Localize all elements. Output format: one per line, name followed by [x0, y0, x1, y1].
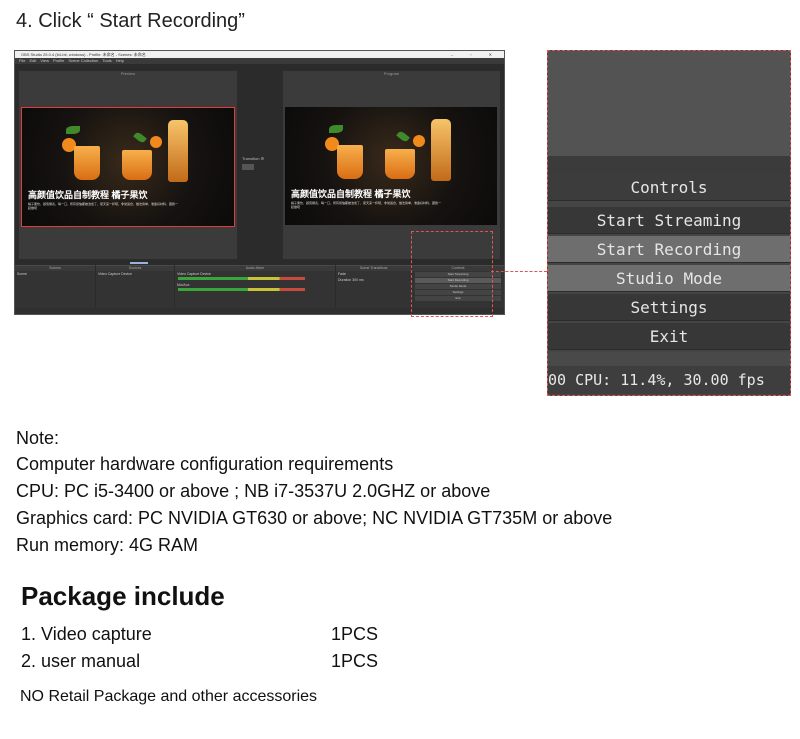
audio-mixer-dock: Audio Mixer Video Capture Device Mic/Aux	[175, 265, 335, 309]
transition-button[interactable]	[242, 164, 254, 170]
menu-scene-collection[interactable]: Scene Collection	[68, 58, 98, 63]
step-title: 4. Click “ Start Recording”	[16, 10, 245, 32]
scenes-dock: Scenes Scene	[15, 265, 95, 309]
menu-file[interactable]: File	[19, 58, 25, 63]
obs-scrollbar[interactable]	[130, 262, 148, 264]
menu-profile[interactable]: Profile	[53, 58, 64, 63]
zoom-panel-separator	[548, 156, 790, 174]
note-line: CPU: PC i5-3400 or above ; NB i7-3537U 2…	[16, 481, 491, 501]
program-video-title: 高颜值饮品自制教程 橘子果饮	[291, 189, 411, 199]
start-recording-button[interactable]: Start Recording	[548, 236, 790, 263]
settings-button[interactable]: Settings	[548, 294, 790, 321]
mixer-meter	[178, 277, 305, 280]
obs-titlebar: OBS Studio 25.0.4 (64-bit, windows) - Pr…	[15, 51, 504, 58]
zoom-panel-top	[548, 51, 790, 156]
program-label: Program	[383, 71, 400, 76]
studio-mode-button[interactable]: Studio Mode	[548, 265, 790, 292]
menu-view[interactable]: View	[40, 58, 49, 63]
controls-highlight-box	[411, 231, 493, 317]
preview-video[interactable]: 高颜值饮品自制教程 橘子果饮 橘子果饮，颜值爆表，喝一口，所有烦恼都被治愈了，夏…	[21, 107, 235, 227]
package-title: Package include	[21, 581, 225, 611]
preview-label: Preview	[120, 71, 136, 76]
duration-value[interactable]: 300 ms	[352, 278, 363, 282]
transition-widget: Transition ⚙	[242, 156, 280, 171]
zoomed-controls-panel: Controls Start Streaming Start Recording…	[547, 50, 791, 396]
zoom-connector-line	[491, 271, 547, 272]
controls-header: Controls	[548, 174, 790, 201]
note-line: Computer hardware configuration requirem…	[16, 454, 394, 474]
menu-help[interactable]: Help	[116, 58, 124, 63]
program-video: 高颜值饮品自制教程 橘子果饮 橘子果饮，颜值爆表，喝一口，所有烦恼都被治愈了，夏…	[285, 107, 497, 225]
scene-transitions-dock: Scene Transitions Fade Duration 300 ms	[336, 265, 411, 309]
program-video-subtitle: 橘子果饮，颜值爆表，喝一口，所有烦恼都被治愈了，夏天来一杯吧，非常适合，做法简单…	[291, 201, 441, 209]
mixer-meter	[178, 288, 305, 291]
package-item-name: 1. Video capture	[21, 624, 152, 644]
menu-edit[interactable]: Edit	[29, 58, 36, 63]
preview-pane: Preview 高颜值饮品自制教程 橘子果饮 橘子果饮，颜值爆表，喝一口，所有烦…	[19, 71, 237, 259]
note-line: Run memory: 4G RAM	[16, 535, 199, 555]
duration-label: Duration	[338, 278, 352, 282]
package-item-qty: 1PCS	[331, 624, 379, 644]
preview-video-subtitle: 橘子果饮，颜值爆表，喝一口，所有烦恼都被治愈了，夏天来一杯吧，非常适合，做法简单…	[28, 202, 178, 210]
sources-dock: Sources Video Capture Device	[96, 265, 174, 309]
package-item-qty: 1PCS	[331, 651, 379, 671]
transition-label: Transition	[242, 156, 260, 161]
zoom-panel-gap	[548, 352, 790, 366]
menu-tools[interactable]: Tools	[102, 58, 111, 63]
package-footer: NO Retail Package and other accessories	[20, 688, 318, 705]
cpu-fps-status: 00 CPU: 11.4%, 30.00 fps	[548, 366, 790, 394]
window-controls[interactable]: – ▫ ✕	[451, 51, 500, 58]
obs-window-title: OBS Studio 25.0.4 (64-bit, windows) - Pr…	[21, 52, 146, 57]
note-line: Graphics card: PC NVIDIA GT630 or above;…	[16, 508, 613, 528]
start-streaming-button[interactable]: Start Streaming	[548, 207, 790, 234]
transition-gear-icon[interactable]: ⚙	[261, 156, 265, 161]
obs-menubar: File Edit View Profile Scene Collection Tools…	[15, 58, 504, 64]
package-item-name: 2. user manual	[21, 651, 141, 671]
exit-button[interactable]: Exit	[548, 323, 790, 350]
preview-video-title: 高颜值饮品自制教程 橘子果饮	[28, 190, 148, 200]
scene-item[interactable]: Scene	[15, 271, 95, 277]
note-heading: Note:	[16, 428, 60, 448]
source-item[interactable]: Video Capture Device	[96, 271, 174, 277]
duration-row: Duration 300 ms	[336, 277, 411, 283]
